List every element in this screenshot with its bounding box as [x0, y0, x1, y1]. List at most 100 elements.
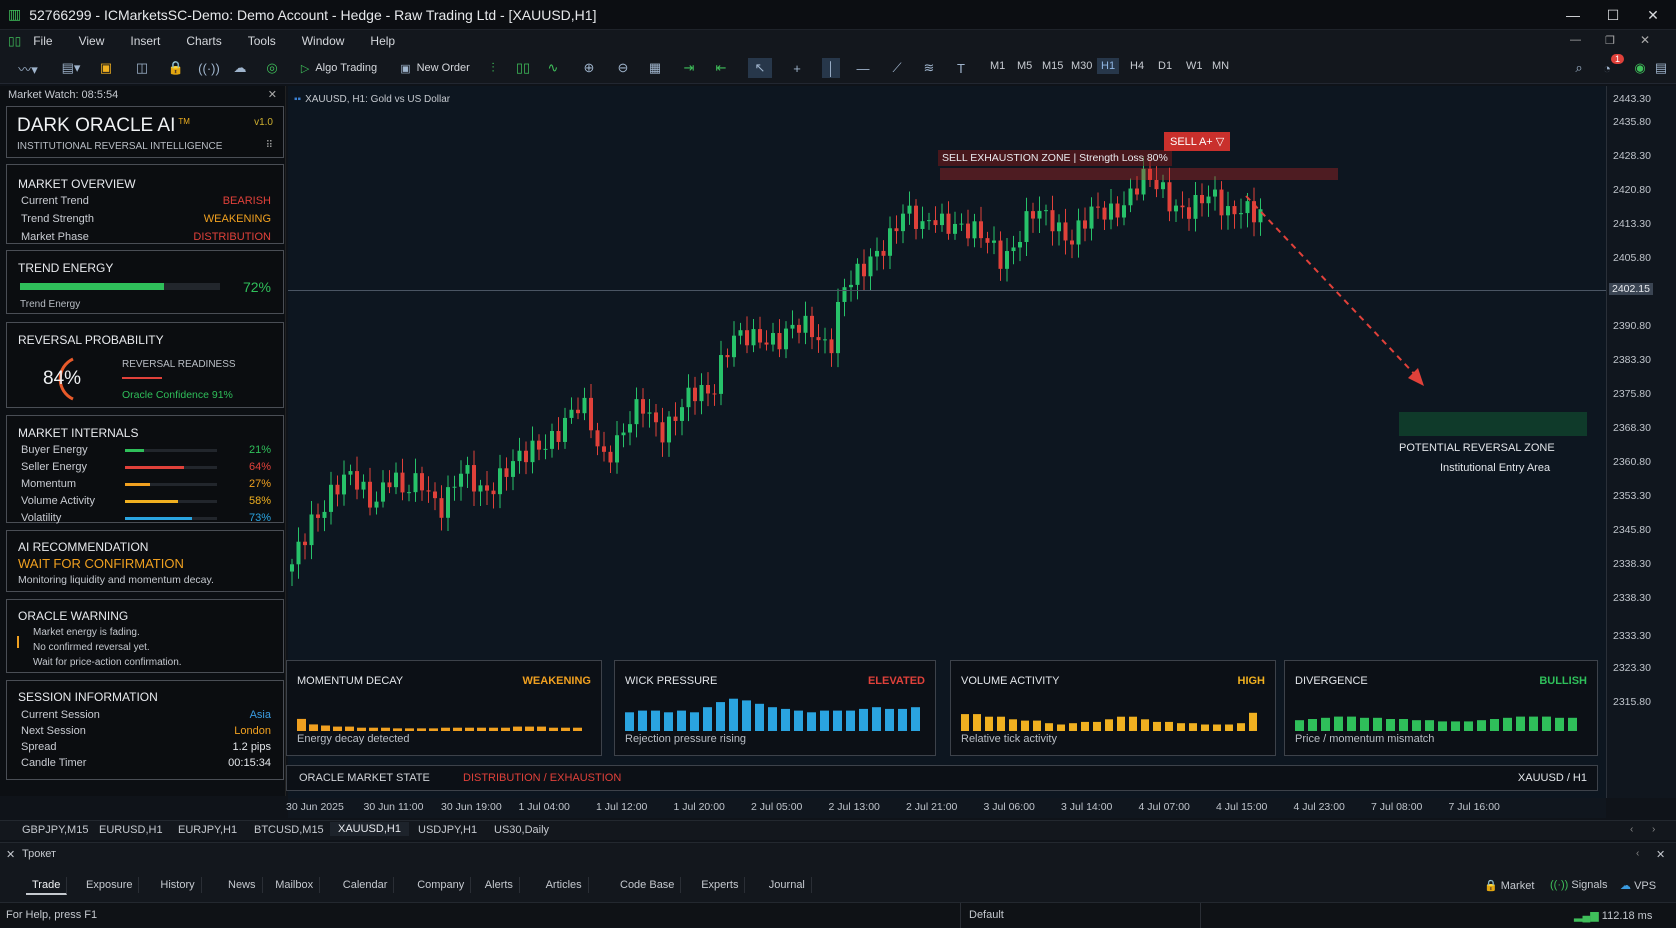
trendline-icon[interactable]: ⟋: [888, 58, 906, 78]
indicator-bar: [677, 710, 686, 731]
toolbox-tab[interactable]: History: [154, 877, 202, 893]
toolbox-tab[interactable]: Trade: [26, 877, 68, 895]
toolbox-close-icon[interactable]: ✕: [6, 848, 15, 861]
toolbox-tab[interactable]: Articles: [540, 877, 589, 893]
crosshair-icon[interactable]: +: [788, 58, 806, 78]
bar-chart-icon[interactable]: ⫶: [484, 58, 502, 78]
candle-body: [946, 213, 951, 234]
toolbox-tab[interactable]: Exposure: [80, 877, 140, 893]
market-state-label: ORACLE MARKET STATE: [299, 772, 430, 784]
close-button[interactable]: ✕: [1630, 0, 1676, 30]
autoscroll-icon[interactable]: ⇥: [680, 58, 698, 78]
cursor-icon[interactable]: ↖: [748, 58, 772, 78]
candle-body: [1102, 207, 1107, 220]
chart-tab[interactable]: GBPJPY,M15: [22, 824, 88, 836]
vertical-line-icon[interactable]: │: [822, 58, 840, 78]
profiles-icon[interactable]: ▤▾: [54, 58, 88, 78]
market-watch-icon[interactable]: ▣: [96, 58, 116, 78]
chart-tab[interactable]: XAUUSD,H1: [330, 822, 409, 836]
toolbox-tab[interactable]: Experts: [695, 877, 746, 893]
tf-m5[interactable]: M5: [1017, 60, 1032, 72]
tf-m1[interactable]: M1: [990, 60, 1005, 72]
data-window-icon[interactable]: ◫: [132, 58, 152, 78]
toolbox-tab[interactable]: Code Base: [614, 877, 682, 893]
menu-insert[interactable]: Insert: [130, 34, 160, 48]
tf-h1[interactable]: H1: [1097, 58, 1120, 74]
algo-trading-button[interactable]: ▷ Algo Trading: [296, 58, 382, 78]
tf-mn[interactable]: MN: [1212, 60, 1229, 72]
chart-tab[interactable]: EURUSD,H1: [99, 824, 163, 836]
mdi-close-icon[interactable]: ✕: [1640, 33, 1650, 47]
grid-icon[interactable]: ▦: [646, 58, 664, 78]
tf-w1[interactable]: W1: [1186, 60, 1203, 72]
search-icon[interactable]: ⌕: [1570, 58, 1588, 78]
mdi-minimize-icon[interactable]: —: [1570, 34, 1581, 46]
candle-body: [686, 387, 691, 408]
signals-link[interactable]: ((·)) Signals: [1550, 879, 1607, 891]
price-label: 2360.80: [1613, 456, 1651, 468]
cloud-icon[interactable]: ☁: [230, 58, 250, 78]
price-axis[interactable]: 2443.30 2435.80 2428.30 2420.80 2413.30 2405.…: [1606, 86, 1676, 798]
tf-m30[interactable]: M30: [1071, 60, 1092, 72]
menu-tools[interactable]: Tools: [248, 34, 276, 48]
market-link[interactable]: 🔒 Market: [1484, 879, 1534, 892]
lock-icon[interactable]: 🔒: [166, 58, 186, 78]
signals-icon[interactable]: ((·)): [198, 58, 220, 78]
indicator-bar: [525, 726, 534, 731]
horizontal-line-icon[interactable]: —: [854, 58, 872, 78]
toolbox-tab[interactable]: Journal: [763, 877, 812, 893]
chart-tab[interactable]: US30,Daily: [494, 824, 549, 836]
line-chart-icon[interactable]: 〰▾: [10, 58, 46, 78]
chart-tab[interactable]: USDJPY,H1: [418, 824, 477, 836]
mdi-restore-icon[interactable]: ❐: [1605, 34, 1615, 47]
new-order-button[interactable]: ▣ New Order: [396, 58, 474, 78]
toolbox-tab[interactable]: Calendar: [337, 877, 395, 893]
toolbox-tab[interactable]: Mailbox: [269, 877, 321, 893]
candle-body: [1057, 222, 1061, 232]
indicator-bar: [1438, 721, 1447, 731]
tf-h4[interactable]: H4: [1130, 60, 1144, 72]
layout-icon[interactable]: ▤: [1652, 58, 1670, 78]
chart-area[interactable]: ▪▪ XAUUSD, H1: Gold vs US Dollar SELL EXH…: [286, 86, 1606, 798]
candle-body: [862, 263, 866, 277]
zoom-in-icon[interactable]: ⊕: [580, 58, 598, 78]
menu-view[interactable]: View: [79, 34, 105, 48]
vps-link[interactable]: ☁ VPS: [1620, 879, 1656, 892]
chart-shift-icon[interactable]: ⇤: [712, 58, 730, 78]
candle-body: [413, 473, 418, 493]
menu-file[interactable]: File: [33, 34, 52, 48]
chart-tab[interactable]: BTCUSD,M15: [254, 824, 324, 836]
candle-body: [621, 432, 626, 436]
warning-line: Market energy is fading.: [33, 627, 140, 638]
toolbox-x-icon[interactable]: ✕: [1656, 848, 1665, 861]
chart-tab[interactable]: EURJPY,H1: [178, 824, 237, 836]
candle-body: [992, 240, 996, 243]
time-axis[interactable]: 30 Jun 2025 30 Jun 11:00 30 Jun 19:00 1 Jul…: [286, 798, 1606, 818]
candle-body: [894, 228, 899, 232]
tabs-left-icon[interactable]: ‹: [1630, 824, 1633, 835]
channel-icon[interactable]: ≋: [920, 58, 938, 78]
indicator-bar: [357, 727, 366, 731]
account-icon[interactable]: ◉: [1630, 58, 1650, 78]
toolbox-tab[interactable]: News: [222, 877, 263, 893]
warning-marker: [17, 636, 19, 648]
menu-help[interactable]: Help: [370, 34, 395, 48]
tf-m15[interactable]: M15: [1042, 60, 1063, 72]
notifications-icon[interactable]: ◔ 1: [1596, 54, 1624, 78]
tf-d1[interactable]: D1: [1158, 60, 1172, 72]
line-icon[interactable]: ∿: [544, 58, 562, 78]
menu-charts[interactable]: Charts: [186, 34, 221, 48]
indicator-bar: [573, 727, 582, 731]
candles-icon[interactable]: ▯▯: [514, 58, 532, 78]
zoom-out-icon[interactable]: ⊖: [614, 58, 632, 78]
text-tool-icon[interactable]: T: [952, 58, 970, 78]
menu-window[interactable]: Window: [302, 34, 345, 48]
tabs-right-icon[interactable]: ›: [1652, 824, 1655, 835]
toolbox-left-icon[interactable]: ‹: [1636, 848, 1639, 859]
indicator-bar: [513, 726, 522, 731]
globe-icon[interactable]: ◎: [262, 58, 282, 78]
toolbox-tab[interactable]: Company: [411, 877, 472, 893]
market-watch-close-icon[interactable]: ✕: [268, 88, 277, 101]
toolbox-tab[interactable]: Alerts: [479, 877, 520, 893]
brand-menu-icon[interactable]: ⠿: [266, 140, 273, 151]
